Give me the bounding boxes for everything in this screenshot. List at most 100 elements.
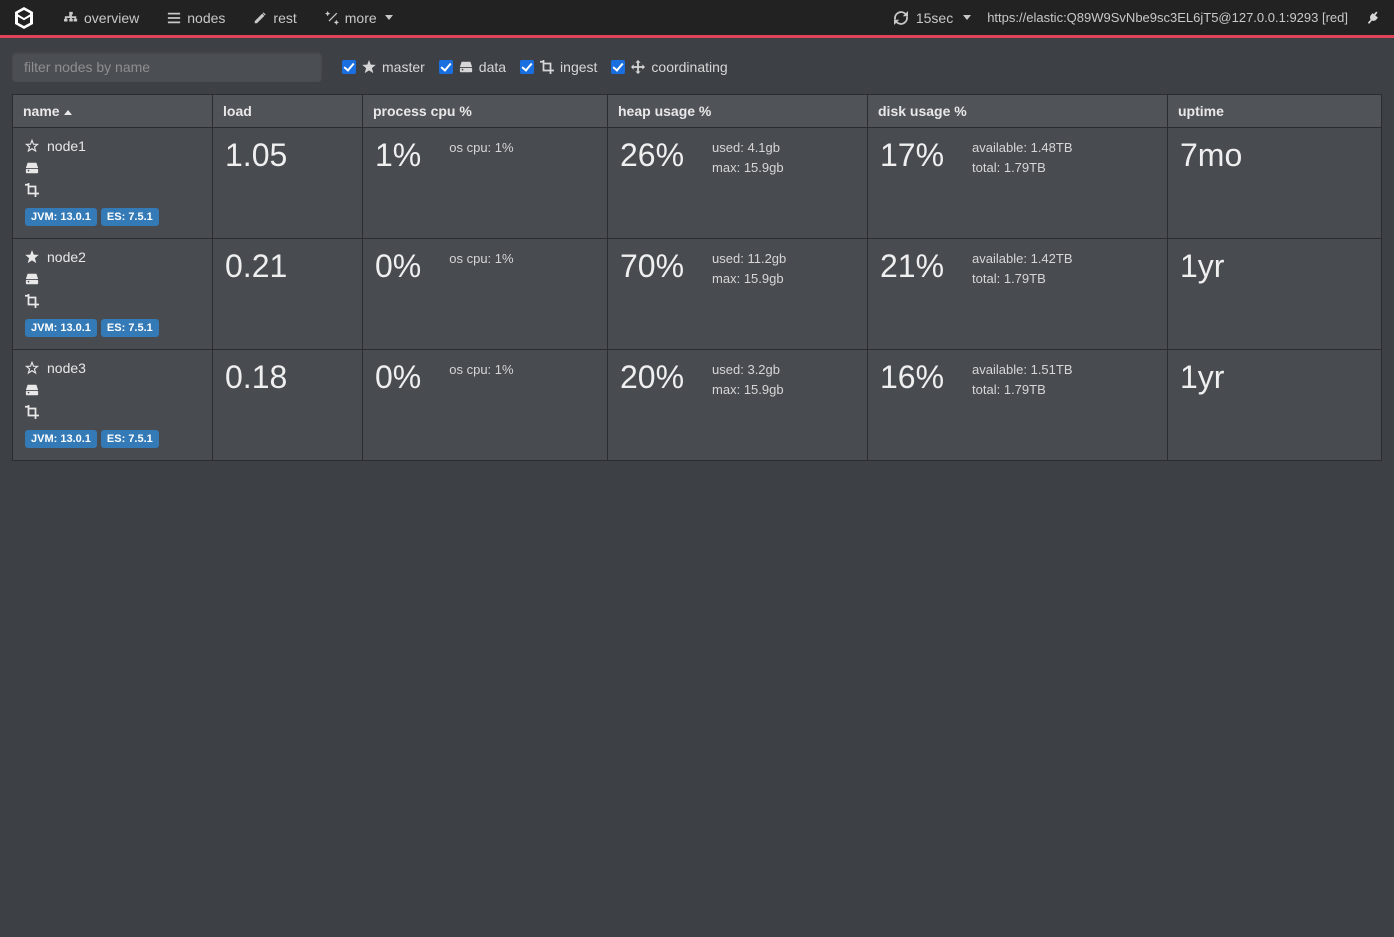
cell-heap: 20% used: 3.2gb max: 15.9gb — [608, 350, 868, 461]
cpu-value: 0% — [375, 360, 421, 395]
crop-icon — [25, 405, 39, 419]
crop-icon — [25, 294, 39, 308]
cell-cpu: 0% os cpu: 1% — [363, 350, 608, 461]
nav-overview[interactable]: overview — [50, 0, 153, 37]
sitemap-icon — [64, 11, 78, 25]
disk-avail: available: 1.42TB — [972, 249, 1072, 269]
nav-more[interactable]: more — [311, 0, 407, 37]
cell-name: node1 JVM: 13.0.1 ES: 7.5.1 — [13, 128, 213, 239]
col-cpu[interactable]: process cpu % — [363, 95, 608, 128]
check-ingest-label: ingest — [560, 59, 597, 75]
node-name[interactable]: node1 — [47, 138, 86, 154]
heap-used: used: 11.2gb — [712, 249, 786, 269]
heap-max: max: 15.9gb — [712, 380, 784, 400]
check-master-box[interactable] — [342, 60, 356, 74]
uptime-value: 7mo — [1180, 138, 1369, 173]
heap-value: 26% — [620, 138, 684, 173]
table-row: node3 JVM: 13.0.1 ES: 7.5.1 0.18 0% os c… — [13, 350, 1382, 461]
cell-cpu: 1% os cpu: 1% — [363, 128, 608, 239]
chevron-down-icon — [963, 15, 971, 20]
nav-rest[interactable]: rest — [239, 0, 310, 37]
filter-input[interactable] — [12, 52, 322, 82]
disk-total: total: 1.79TB — [972, 380, 1072, 400]
filter-toolbar: master data ingest coordinating — [0, 38, 1394, 94]
heap-max: max: 15.9gb — [712, 269, 786, 289]
refresh-interval[interactable]: 15sec — [894, 0, 971, 37]
heap-max: max: 15.9gb — [712, 158, 784, 178]
cell-load: 1.05 — [213, 128, 363, 239]
nav-rest-label: rest — [273, 10, 296, 26]
es-badge: ES: 7.5.1 — [101, 319, 159, 337]
move-icon — [631, 60, 645, 74]
col-disk[interactable]: disk usage % — [868, 95, 1168, 128]
cpu-value: 0% — [375, 249, 421, 284]
star-icon — [25, 139, 39, 153]
os-cpu: os cpu: 1% — [449, 138, 513, 158]
col-load[interactable]: load — [213, 95, 363, 128]
col-uptime[interactable]: uptime — [1168, 95, 1382, 128]
col-name[interactable]: name — [13, 95, 213, 128]
jvm-badge: JVM: 13.0.1 — [25, 208, 97, 226]
node-name[interactable]: node2 — [47, 249, 86, 265]
list-icon — [167, 11, 181, 25]
check-coordinating-label: coordinating — [651, 59, 727, 75]
hdd-icon — [25, 161, 39, 175]
nav-overview-label: overview — [84, 10, 139, 26]
cell-uptime: 1yr — [1168, 239, 1382, 350]
cell-disk: 17% available: 1.48TB total: 1.79TB — [868, 128, 1168, 239]
check-master[interactable]: master — [342, 59, 425, 75]
disk-avail: available: 1.51TB — [972, 360, 1072, 380]
load-value: 1.05 — [225, 138, 350, 173]
disk-avail: available: 1.48TB — [972, 138, 1072, 158]
disk-value: 16% — [880, 360, 944, 395]
cell-uptime: 7mo — [1168, 128, 1382, 239]
disk-total: total: 1.79TB — [972, 269, 1072, 289]
check-data[interactable]: data — [439, 59, 506, 75]
uptime-value: 1yr — [1180, 249, 1369, 284]
cell-load: 0.21 — [213, 239, 363, 350]
heap-used: used: 4.1gb — [712, 138, 784, 158]
load-value: 0.21 — [225, 249, 350, 284]
nav-nodes[interactable]: nodes — [153, 0, 239, 37]
cell-heap: 70% used: 11.2gb max: 15.9gb — [608, 239, 868, 350]
check-data-box[interactable] — [439, 60, 453, 74]
cell-disk: 16% available: 1.51TB total: 1.79TB — [868, 350, 1168, 461]
es-badge: ES: 7.5.1 — [101, 430, 159, 448]
load-value: 0.18 — [225, 360, 350, 395]
refresh-interval-label: 15sec — [916, 10, 953, 26]
check-master-label: master — [382, 59, 425, 75]
cell-heap: 26% used: 4.1gb max: 15.9gb — [608, 128, 868, 239]
edit-icon — [253, 11, 267, 25]
refresh-icon — [894, 11, 908, 25]
table-row: node1 JVM: 13.0.1 ES: 7.5.1 1.05 1% os c… — [13, 128, 1382, 239]
cell-disk: 21% available: 1.42TB total: 1.79TB — [868, 239, 1168, 350]
col-heap[interactable]: heap usage % — [608, 95, 868, 128]
os-cpu: os cpu: 1% — [449, 360, 513, 380]
hdd-icon — [25, 272, 39, 286]
wand-icon — [325, 11, 339, 25]
hdd-icon — [25, 383, 39, 397]
check-coordinating-box[interactable] — [611, 60, 625, 74]
cell-name: node2 JVM: 13.0.1 ES: 7.5.1 — [13, 239, 213, 350]
check-ingest[interactable]: ingest — [520, 59, 597, 75]
nav-more-label: more — [345, 10, 377, 26]
cluster-url[interactable]: https://elastic:Q89W9SvNbe9sc3EL6jT5@127… — [987, 10, 1348, 25]
disk-total: total: 1.79TB — [972, 158, 1072, 178]
chevron-down-icon — [385, 15, 393, 20]
star-icon — [25, 250, 39, 264]
check-coordinating[interactable]: coordinating — [611, 59, 727, 75]
star-icon — [25, 361, 39, 375]
node-name[interactable]: node3 — [47, 360, 86, 376]
check-data-label: data — [479, 59, 506, 75]
jvm-badge: JVM: 13.0.1 — [25, 319, 97, 337]
cell-name: node3 JVM: 13.0.1 ES: 7.5.1 — [13, 350, 213, 461]
disk-value: 21% — [880, 249, 944, 284]
star-icon — [362, 60, 376, 74]
table-header-row: name load process cpu % heap usage % dis… — [13, 95, 1382, 128]
table-row: node2 JVM: 13.0.1 ES: 7.5.1 0.21 0% os c… — [13, 239, 1382, 350]
role-filter-checks: master data ingest coordinating — [342, 59, 728, 75]
os-cpu: os cpu: 1% — [449, 249, 513, 269]
check-ingest-box[interactable] — [520, 60, 534, 74]
plug-icon[interactable] — [1364, 9, 1382, 27]
cell-cpu: 0% os cpu: 1% — [363, 239, 608, 350]
